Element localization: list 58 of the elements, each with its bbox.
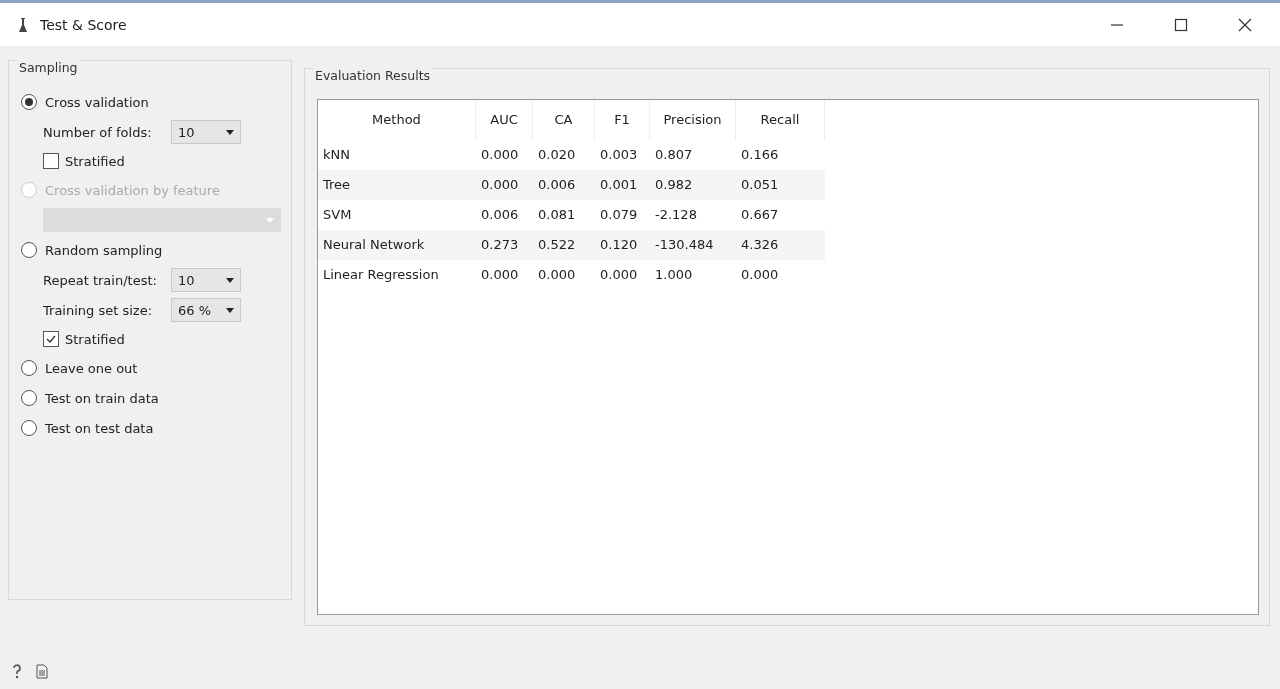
table-cell-text: 0.000 — [480, 146, 520, 164]
table-cell-text: 0.000 — [480, 266, 520, 284]
table-cell: 0.000 — [476, 170, 533, 200]
group-title: Evaluation Results — [313, 68, 433, 83]
table-cell: Neural Network — [318, 230, 476, 260]
table-cell: 0.006 — [533, 170, 595, 200]
table-cell-text: 0.000 — [537, 266, 577, 284]
radio-option[interactable]: Cross validation — [21, 87, 149, 117]
close-icon[interactable] — [1238, 17, 1252, 32]
dropdown[interactable]: 66 % — [171, 298, 241, 322]
column-header[interactable]: AUC — [476, 100, 533, 140]
maximize-icon[interactable] — [1174, 17, 1188, 32]
table-cell: 4.326 — [736, 230, 825, 260]
table-cell-text: SVM — [322, 206, 353, 224]
stratified-checkbox[interactable]: Stratified — [43, 325, 125, 353]
report-icon[interactable] — [36, 663, 48, 679]
table-cell: 0.522 — [533, 230, 595, 260]
table-cell: -130.484 — [650, 230, 736, 260]
column-header[interactable]: F1 — [595, 100, 650, 140]
field-label: Number of folds: — [43, 124, 153, 140]
radio-option[interactable]: Test on train data — [21, 383, 159, 413]
table-cell: 0.120 — [595, 230, 650, 260]
radio-option[interactable]: Random sampling — [21, 235, 163, 265]
check-icon — [45, 333, 57, 345]
dropdown[interactable]: 10 — [171, 268, 241, 292]
table-cell-text: 0.020 — [537, 146, 577, 164]
table-cell-text: -2.128 — [654, 206, 698, 224]
table-cell: 0.051 — [736, 170, 825, 200]
radio-option[interactable]: Test on test data — [21, 413, 154, 443]
table-cell-text: 0.807 — [654, 146, 694, 164]
table-cell-text: 0.081 — [537, 206, 577, 224]
table-cell-text: 0.000 — [599, 266, 639, 284]
dropdown[interactable]: 10 — [171, 120, 241, 144]
column-header[interactable]: CA — [533, 100, 595, 140]
table-cell-text: 1.000 — [654, 266, 694, 284]
table-cell: Tree — [318, 170, 476, 200]
table-cell-text: Linear Regression — [322, 266, 440, 284]
table-cell-text: kNN — [322, 146, 351, 164]
table-cell-text: 0.166 — [740, 146, 780, 164]
column-header[interactable]: Method — [318, 100, 476, 140]
column-header[interactable]: Precision — [650, 100, 736, 140]
column-header[interactable]: Recall — [736, 100, 825, 140]
table-cell-text: 0.000 — [740, 266, 780, 284]
table-cell: 0.001 — [595, 170, 650, 200]
table-cell: 0.273 — [476, 230, 533, 260]
radio-option[interactable]: Leave one out — [21, 353, 138, 383]
table-cell-text: 0.079 — [599, 206, 639, 224]
field-label: Repeat train/test: — [43, 272, 158, 288]
flask-icon — [18, 16, 28, 33]
field-label: Training set size: — [43, 302, 153, 318]
group-title: Sampling — [17, 60, 80, 75]
table-cell-text: 0.006 — [480, 206, 520, 224]
table-cell-text: 0.667 — [740, 206, 780, 224]
window-title: Test & Score — [40, 16, 127, 33]
table-cell: 0.982 — [650, 170, 736, 200]
help-icon[interactable] — [12, 663, 22, 679]
stratified-checkbox[interactable]: Stratified — [43, 147, 125, 175]
table-cell-text: 0.003 — [599, 146, 639, 164]
